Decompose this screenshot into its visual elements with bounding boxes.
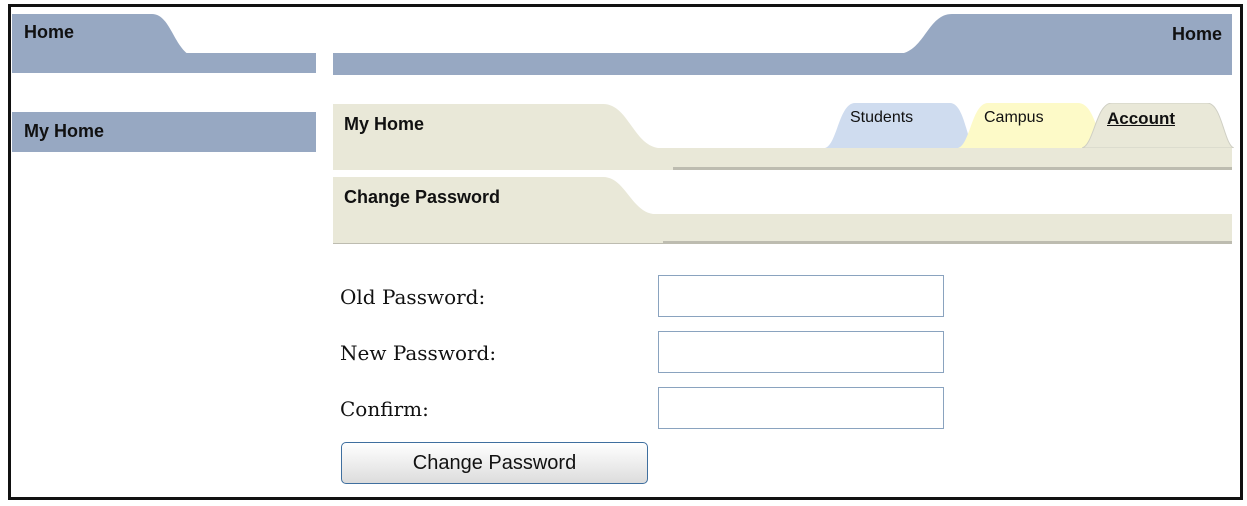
old-password-field[interactable] xyxy=(658,275,944,317)
tab-campus[interactable]: Campus xyxy=(984,109,1044,127)
new-password-label: New Password: xyxy=(340,341,497,365)
tab-students[interactable]: Students xyxy=(850,109,913,127)
change-password-button[interactable]: Change Password xyxy=(341,442,648,484)
left-my-home-label: My Home xyxy=(24,121,105,141)
tab-account[interactable]: Account xyxy=(1107,109,1175,129)
confirm-password-field[interactable] xyxy=(658,387,944,429)
page-frame xyxy=(8,4,1243,500)
section-title: My Home xyxy=(344,114,425,134)
left-home-tab[interactable]: Home xyxy=(24,22,74,43)
new-password-field[interactable] xyxy=(658,331,944,373)
confirm-password-label: Confirm: xyxy=(340,397,429,421)
old-password-label: Old Password: xyxy=(340,285,486,309)
subsection-title: Change Password xyxy=(344,187,501,207)
top-home-tab[interactable]: Home xyxy=(1172,24,1222,45)
